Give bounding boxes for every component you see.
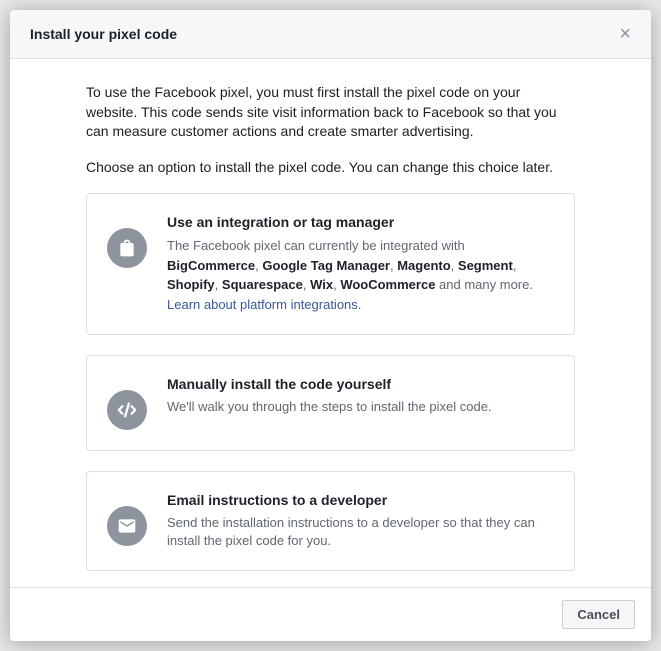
integration-desc-prefix: The Facebook pixel can currently be inte…	[167, 238, 465, 253]
envelope-icon	[107, 506, 147, 546]
modal-footer: Cancel	[10, 587, 651, 641]
partner-gtm: Google Tag Manager	[262, 258, 390, 273]
modal-body: To use the Facebook pixel, you must firs…	[10, 59, 651, 587]
code-icon	[107, 390, 147, 430]
partner-magento: Magento	[397, 258, 450, 273]
modal-header: Install your pixel code ×	[10, 10, 651, 59]
partner-wix: Wix	[310, 277, 333, 292]
option-email-content: Email instructions to a developer Send t…	[167, 492, 554, 550]
option-manual[interactable]: Manually install the code yourself We'll…	[86, 355, 575, 451]
option-email[interactable]: Email instructions to a developer Send t…	[86, 471, 575, 571]
option-manual-title: Manually install the code yourself	[167, 376, 554, 392]
option-integration-content: Use an integration or tag manager The Fa…	[167, 214, 554, 314]
option-manual-content: Manually install the code yourself We'll…	[167, 376, 554, 416]
partner-segment: Segment	[458, 258, 513, 273]
partner-woocommerce: WooCommerce	[340, 277, 435, 292]
integration-desc-suffix: and many more.	[435, 277, 533, 292]
shopping-bag-icon	[107, 228, 147, 268]
install-pixel-modal: Install your pixel code × To use the Fac…	[10, 10, 651, 641]
partner-bigcommerce: BigCommerce	[167, 258, 255, 273]
cancel-button[interactable]: Cancel	[562, 600, 635, 629]
option-integration[interactable]: Use an integration or tag manager The Fa…	[86, 193, 575, 335]
option-integration-title: Use an integration or tag manager	[167, 214, 554, 230]
option-email-desc: Send the installation instructions to a …	[167, 514, 554, 550]
option-integration-desc: The Facebook pixel can currently be inte…	[167, 236, 554, 295]
close-button[interactable]: ×	[619, 24, 631, 44]
close-icon: ×	[619, 23, 631, 45]
option-manual-desc: We'll walk you through the steps to inst…	[167, 398, 554, 416]
intro-paragraph-1: To use the Facebook pixel, you must firs…	[86, 83, 575, 142]
option-email-title: Email instructions to a developer	[167, 492, 554, 508]
learn-integrations-link[interactable]: Learn about platform integrations.	[167, 297, 361, 312]
partner-squarespace: Squarespace	[222, 277, 303, 292]
modal-title: Install your pixel code	[30, 26, 177, 42]
partner-shopify: Shopify	[167, 277, 215, 292]
intro-paragraph-2: Choose an option to install the pixel co…	[86, 158, 575, 178]
